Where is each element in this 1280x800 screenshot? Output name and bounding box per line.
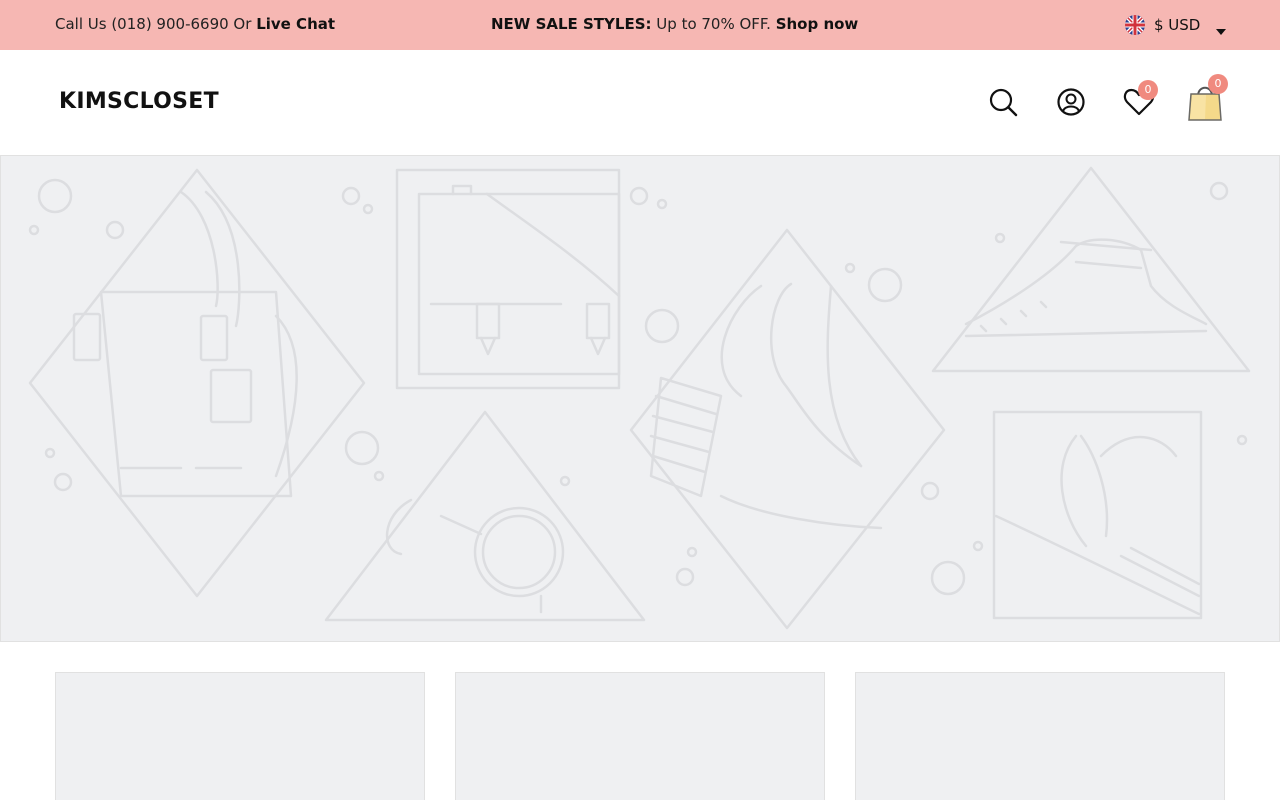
announcement-bar: Call Us (018) 900-6690 Or Live Chat NEW … [0,0,1280,50]
wishlist-count-badge: 0 [1138,80,1158,100]
collection-card-2[interactable] [455,672,825,800]
promo-detail: Up to 70% OFF. [656,15,771,33]
collection-card-3[interactable] [855,672,1225,800]
wishlist-button[interactable]: 0 [1122,80,1158,119]
live-chat-link[interactable]: Live Chat [256,15,335,33]
promo-text: NEW SALE STYLES: Up to 70% OFF. Shop now [491,15,858,33]
uk-flag-icon [1125,15,1145,35]
call-us-text: Call Us (018) 900-6690 Or [55,15,252,33]
search-icon[interactable] [986,85,1020,119]
collection-card-1[interactable] [55,672,425,800]
currency-label: $ USD [1154,16,1201,34]
hero-placeholder-illustration [28,166,1251,630]
site-logo[interactable]: KIMSCLOSET [59,89,219,114]
site-header: KIMSCLOSET 0 0 [0,50,1280,155]
cart-button[interactable]: 0 [1187,74,1228,122]
chevron-down-icon [1215,21,1227,35]
account-icon[interactable] [1054,85,1088,119]
promo-headline: NEW SALE STYLES: [491,15,652,33]
shop-now-link[interactable]: Shop now [776,15,859,33]
contact-text: Call Us (018) 900-6690 Or Live Chat [55,15,335,33]
currency-selector[interactable]: $ USD [1125,14,1227,36]
cart-count-badge: 0 [1208,74,1228,94]
hero-banner[interactable] [0,155,1280,642]
